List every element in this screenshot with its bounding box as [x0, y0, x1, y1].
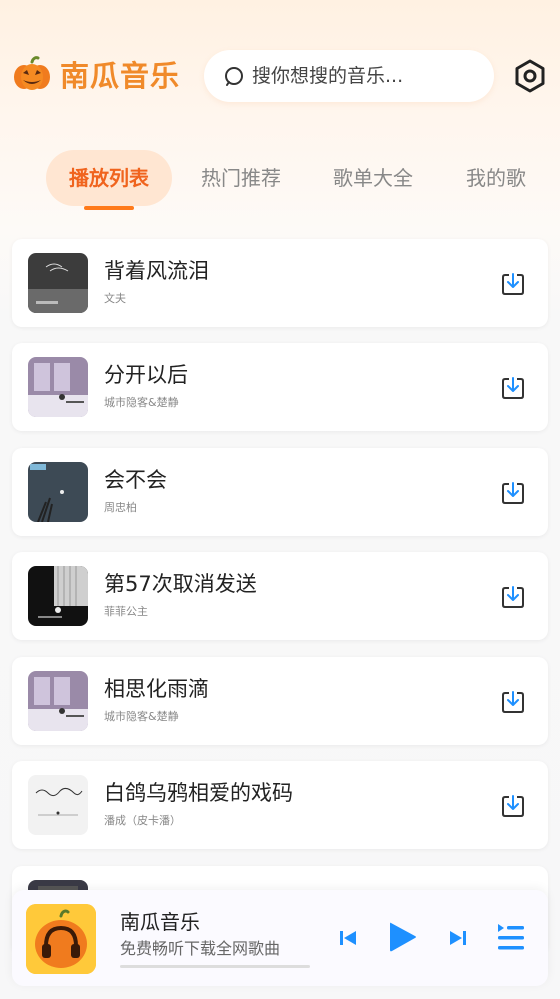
song-artist: 文夫 — [104, 292, 126, 305]
song-artist: 菲菲公主 — [104, 605, 148, 618]
search-icon — [225, 67, 243, 86]
song-artist: 周忠柏 — [104, 501, 137, 514]
song-item[interactable]: 白鸽乌鸦相爱的戏码 潘成（皮卡潘） — [12, 761, 548, 849]
song-title: 分开以后 — [104, 363, 188, 387]
download-icon[interactable] — [500, 584, 526, 610]
next-icon[interactable] — [448, 928, 468, 948]
search-input[interactable]: 搜你想搜的音乐... — [252, 63, 403, 89]
album-cover-image — [28, 775, 88, 835]
song-artist: 城市隐客&楚静 — [104, 396, 179, 409]
song-item[interactable]: 会不会 周忠柏 — [12, 448, 548, 536]
mini-player[interactable]: 南瓜音乐 免费畅听下载全网歌曲 — [12, 890, 548, 986]
tab-my-songs[interactable]: 我的歌 — [446, 150, 546, 206]
album-cover-image — [28, 671, 88, 731]
song-title: 会不会 — [104, 468, 167, 492]
search-bar[interactable]: 搜你想搜的音乐... — [204, 50, 494, 102]
song-item[interactable]: 第57次取消发送 菲菲公主 — [12, 552, 548, 640]
tab-playlist[interactable]: 播放列表 — [46, 150, 172, 206]
pumpkin-icon — [14, 56, 50, 90]
previous-icon[interactable] — [338, 928, 358, 948]
album-cover-image — [28, 253, 88, 313]
song-title: 相思化雨滴 — [104, 677, 209, 701]
song-artist: 潘成（皮卡潘） — [104, 814, 181, 827]
app-title: 南瓜音乐 — [60, 59, 181, 93]
album-cover-image — [28, 462, 88, 522]
tab-hot-recommend[interactable]: 热门推荐 — [182, 150, 300, 206]
album-cover-image — [28, 357, 88, 417]
song-title: 白鸽乌鸦相爱的戏码 — [104, 781, 293, 805]
song-item[interactable]: 背着风流泪 文夫 — [12, 239, 548, 327]
song-title: 第57次取消发送 — [104, 572, 257, 596]
settings-icon[interactable] — [512, 58, 548, 94]
progress-bar[interactable] — [120, 965, 310, 968]
tab-bar: 播放列表 热门推荐 歌单大全 我的歌 — [0, 150, 560, 210]
song-item[interactable]: 相思化雨滴 城市隐客&楚静 — [12, 657, 548, 745]
song-artist: 城市隐客&楚静 — [104, 710, 179, 723]
player-cover-image — [26, 904, 96, 974]
app-header: 南瓜音乐 搜你想搜的音乐... — [0, 48, 560, 104]
play-icon[interactable] — [386, 920, 418, 954]
song-title: 背着风流泪 — [104, 259, 209, 283]
download-icon[interactable] — [500, 375, 526, 401]
player-subtitle: 免费畅听下载全网歌曲 — [120, 939, 281, 958]
download-icon[interactable] — [500, 271, 526, 297]
playlist-icon[interactable] — [496, 922, 526, 952]
tab-playlist-collection[interactable]: 歌单大全 — [314, 150, 432, 206]
player-title: 南瓜音乐 — [120, 910, 200, 934]
album-cover-image — [28, 566, 88, 626]
active-tab-indicator — [84, 206, 134, 210]
download-icon[interactable] — [500, 689, 526, 715]
download-icon[interactable] — [500, 480, 526, 506]
song-item[interactable]: 分开以后 城市隐客&楚静 — [12, 343, 548, 431]
download-icon[interactable] — [500, 793, 526, 819]
